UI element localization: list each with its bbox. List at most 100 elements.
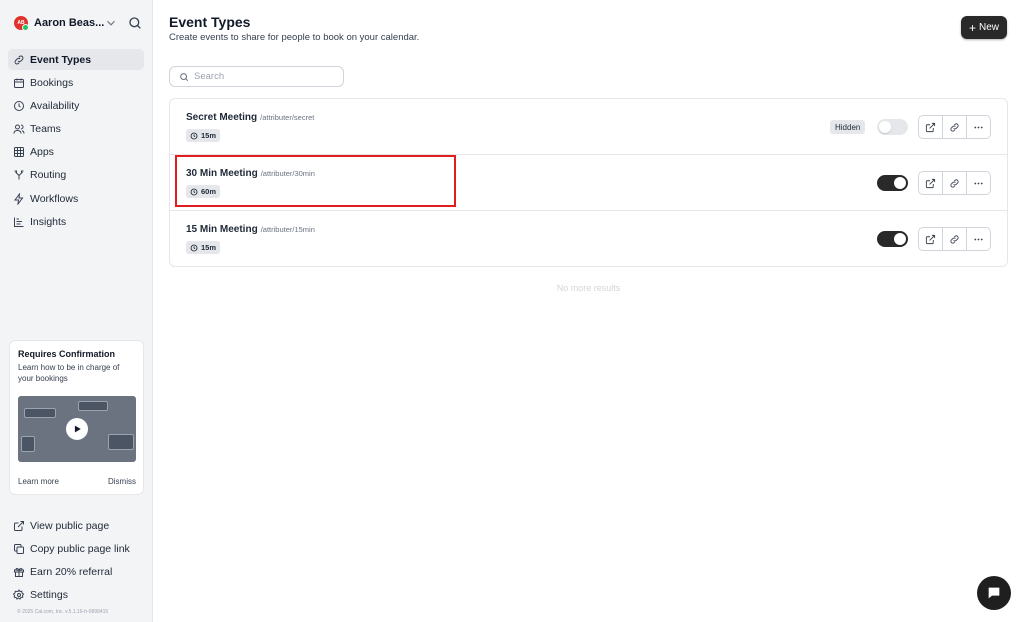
dismiss-button[interactable]: Dismiss — [108, 477, 136, 486]
bottom-nav-label: View public page — [30, 519, 110, 532]
new-button-label: New — [979, 22, 1000, 33]
earn-referral-link[interactable]: Earn 20% referral — [8, 561, 144, 582]
bottom-nav-label: Earn 20% referral — [30, 565, 113, 578]
copy-icon — [14, 543, 24, 554]
copy-public-page-link[interactable]: Copy public page link — [8, 538, 144, 559]
gift-icon — [14, 567, 24, 577]
bottom-nav-label: Copy public page link — [30, 542, 130, 555]
promo-video-thumbnail[interactable] — [18, 396, 136, 462]
event-type-row[interactable]: 15 Min Meeting/attributer/15min 15m — [170, 211, 1007, 267]
sidebar-item-label: Insights — [30, 215, 67, 228]
avatar-initials: AB — [17, 20, 25, 26]
sidebar-item-event-types[interactable]: Event Types — [8, 49, 144, 70]
copy-link-button[interactable] — [943, 116, 967, 138]
chat-support-button[interactable] — [977, 576, 1011, 610]
duration-badge: 15m — [186, 241, 221, 254]
promo-title: Requires Confirmation — [18, 349, 116, 359]
clock-icon — [190, 244, 198, 251]
user-name: Aaron Beas... — [34, 17, 105, 29]
copy-link-button[interactable] — [943, 172, 967, 194]
preview-button[interactable] — [919, 228, 943, 250]
no-more-results-text: No more results — [556, 283, 621, 293]
user-menu[interactable]: AB Aaron Beas... — [8, 12, 145, 34]
duration-badge: 15m — [186, 129, 221, 142]
link-icon — [950, 234, 959, 244]
sidebar-item-label: Teams — [30, 123, 61, 136]
sidebar-item-apps[interactable]: Apps — [8, 142, 144, 163]
event-title[interactable]: Secret Meeting — [186, 112, 257, 123]
link-icon — [950, 178, 959, 188]
play-icon[interactable] — [66, 418, 88, 440]
hide-toggle[interactable] — [877, 175, 908, 191]
highlight-box — [175, 155, 456, 207]
copyright-text: © 2025 Cal.com, Inc. v.5.1.16-h-0899415 — [17, 609, 109, 615]
hidden-badge: Hidden — [830, 120, 866, 134]
view-public-page-link[interactable]: View public page — [8, 515, 144, 536]
event-type-row[interactable]: Secret Meeting/attributer/secret 15m Hid… — [170, 99, 1007, 155]
main-nav: Event Types Bookings Availability Teams … — [8, 49, 144, 235]
event-slug: /attributer/secret — [260, 113, 315, 122]
page-title: Event Types — [169, 14, 251, 30]
sidebar-item-bookings[interactable]: Bookings — [8, 72, 144, 93]
more-options-button[interactable] — [967, 172, 990, 194]
event-slug: /attributer/15min — [260, 225, 315, 234]
zap-icon — [14, 192, 24, 205]
sidebar: AB Aaron Beas... Event Types Bookings Av… — [0, 0, 153, 622]
sidebar-item-routing[interactable]: Routing — [8, 165, 144, 186]
hide-toggle[interactable] — [877, 119, 908, 135]
learn-more-link[interactable]: Learn more — [18, 477, 59, 486]
chat-icon — [988, 587, 1000, 599]
action-button-group — [918, 227, 991, 251]
external-link-icon — [925, 122, 936, 132]
calendar-icon — [14, 78, 24, 88]
new-event-type-button[interactable]: + New — [961, 16, 1007, 39]
duration-label: 15m — [201, 131, 217, 140]
duration-label: 15m — [201, 243, 217, 252]
link-icon — [14, 55, 24, 64]
copy-link-button[interactable] — [943, 228, 967, 250]
sidebar-item-label: Apps — [30, 146, 54, 159]
action-button-group — [918, 115, 991, 139]
action-button-group — [918, 171, 991, 195]
sidebar-item-label: Routing — [30, 169, 67, 182]
more-options-button[interactable] — [967, 228, 990, 250]
sidebar-item-availability[interactable]: Availability — [8, 95, 144, 116]
split-icon — [14, 170, 24, 180]
search-input[interactable] — [194, 71, 334, 82]
grid-icon — [14, 147, 24, 158]
bottom-nav-label: Settings — [30, 589, 68, 602]
external-link-icon — [925, 234, 936, 244]
hide-toggle[interactable] — [877, 231, 908, 247]
chevron-down-icon[interactable] — [104, 16, 118, 30]
search-icon — [180, 72, 189, 81]
search-icon[interactable] — [127, 15, 143, 31]
clock-icon — [190, 132, 198, 139]
more-options-button[interactable] — [967, 116, 990, 138]
bottom-nav: View public page Copy public page link E… — [8, 515, 144, 608]
users-icon — [13, 124, 25, 134]
more-horizontal-icon — [974, 238, 983, 240]
sidebar-item-label: Bookings — [30, 76, 74, 89]
plus-icon: + — [968, 20, 976, 35]
preview-button[interactable] — [919, 116, 943, 138]
preview-button[interactable] — [919, 172, 943, 194]
more-horizontal-icon — [974, 182, 983, 184]
event-title[interactable]: 15 Min Meeting — [186, 224, 258, 235]
settings-icon — [13, 589, 25, 600]
more-horizontal-icon — [974, 126, 983, 128]
external-link-icon — [925, 178, 936, 188]
sidebar-item-teams[interactable]: Teams — [8, 119, 144, 140]
bar-chart-icon — [14, 217, 24, 227]
promo-card: Requires Confirmation Learn how to be in… — [9, 340, 144, 495]
sidebar-item-label: Availability — [30, 99, 80, 112]
sidebar-item-label: Event Types — [30, 53, 92, 66]
external-link-icon — [14, 520, 24, 531]
link-icon — [950, 122, 959, 132]
avatar: AB — [14, 16, 29, 31]
clock-icon — [14, 100, 24, 111]
search-field[interactable] — [169, 66, 344, 87]
sidebar-item-workflows[interactable]: Workflows — [8, 188, 144, 209]
page-subtitle: Create events to share for people to boo… — [169, 32, 420, 43]
sidebar-item-insights[interactable]: Insights — [8, 211, 144, 232]
settings-link[interactable]: Settings — [8, 585, 144, 606]
